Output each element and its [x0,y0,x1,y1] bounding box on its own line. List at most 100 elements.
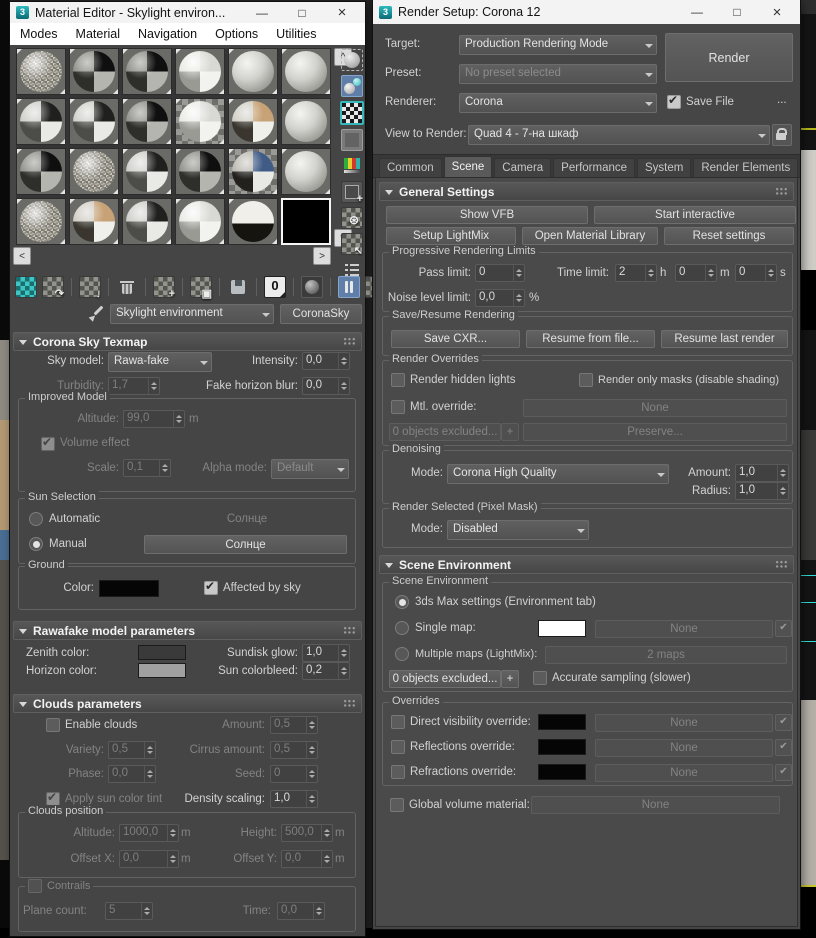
spinner-arrows-icon[interactable] [765,265,776,281]
sun-pick-button[interactable]: Солнце [144,535,347,554]
horizon-color-swatch[interactable] [138,663,186,678]
menu-utilities[interactable]: Utilities [276,27,316,41]
show-vfb-button[interactable]: Show VFB [386,206,588,224]
spinner-arrows-icon[interactable] [777,483,788,499]
save-cxr-button[interactable]: Save CXR... [391,330,520,348]
tab-camera[interactable]: Camera [494,158,552,177]
material-slot[interactable] [122,98,172,145]
material-slot[interactable] [122,148,172,195]
material-slot[interactable] [16,198,66,245]
spinner-arrows-icon[interactable] [338,378,349,394]
menu-modes[interactable]: Modes [20,27,58,41]
single-map-radio[interactable] [395,621,409,635]
sun-manual-radio[interactable] [29,537,43,551]
direct-visibility-override-checkbox[interactable] [391,715,405,729]
make-preview-icon[interactable] [341,181,363,205]
render-setup-titlebar[interactable]: 3 Render Setup: Corona 12 — □ × [373,0,800,24]
tab-system[interactable]: System [637,158,692,177]
material-slot[interactable] [69,148,119,195]
single-map-color-swatch[interactable] [538,620,586,637]
denoise-mode-dropdown[interactable]: Corona High Quality [447,464,669,484]
material-slot-selected[interactable] [281,198,331,245]
material-slot[interactable] [281,148,331,195]
accurate-sampling-checkbox[interactable] [533,671,547,685]
env-add-excluded-button[interactable]: + [501,670,519,688]
reflections-color-swatch[interactable] [538,739,586,755]
spinner-arrows-icon[interactable] [513,265,524,281]
spinner-arrows-icon[interactable] [306,791,317,807]
ground-color-swatch[interactable] [99,580,159,597]
noise-level-limit-spinner[interactable]: 0,0 [475,289,525,307]
setup-lightmix-button[interactable]: Setup LightMix [386,227,516,245]
close-button[interactable]: × [760,4,794,21]
pick-material-eyedropper-icon[interactable] [90,305,104,321]
tab-render-elements[interactable]: Render Elements [693,158,799,177]
target-dropdown[interactable]: Production Rendering Mode [459,35,657,55]
minimize-button[interactable]: — [680,5,714,19]
material-slot[interactable] [228,48,278,95]
reflections-none-button[interactable]: None [595,739,773,757]
resume-last-render-button[interactable]: Resume last render [661,330,788,348]
backlight-icon[interactable] [341,129,363,151]
material-slot[interactable] [175,48,225,95]
material-slot[interactable] [228,198,278,245]
material-slot[interactable] [69,48,119,95]
single-map-enable-button[interactable]: ✔ [775,620,792,637]
sundisk-glow-spinner[interactable]: 1,0 [302,644,350,662]
view-to-render-dropdown[interactable]: Quad 4 - 7-на шкаф [468,125,770,145]
fake-horizon-blur-spinner[interactable]: 0,0 [302,377,350,395]
env-objects-excluded-button[interactable]: 0 objects excluded... [389,670,501,688]
lock-view-button[interactable] [772,124,792,146]
menu-options[interactable]: Options [215,27,258,41]
scroll-right-button[interactable]: > [313,247,331,265]
reflections-override-checkbox[interactable] [391,740,405,754]
material-slot[interactable] [228,148,278,195]
maximize-button[interactable]: □ [285,6,319,20]
density-scaling-spinner[interactable]: 1,0 [270,790,318,808]
material-slot[interactable] [122,198,172,245]
global-volume-material-checkbox[interactable] [390,798,404,812]
renderer-dropdown[interactable]: Corona [459,93,657,113]
save-file-more-button[interactable]: ... [777,94,787,106]
denoise-radius-spinner[interactable]: 1,0 [735,482,789,500]
refractions-color-swatch[interactable] [538,764,586,780]
show-material-in-viewport-icon[interactable] [301,276,323,298]
denoise-amount-spinner[interactable]: 1,0 [735,464,789,482]
direct-visibility-color-swatch[interactable] [538,714,586,730]
sky-model-dropdown[interactable]: Rawa-fake [108,352,212,372]
rollout-general-settings[interactable]: General Settings [379,182,794,201]
put-to-library-icon[interactable] [227,276,249,298]
material-slot[interactable] [69,198,119,245]
tab-scene[interactable]: Scene [443,156,493,177]
material-id-channel-icon[interactable]: 0 [264,276,286,298]
put-material-to-scene-icon[interactable] [42,276,64,300]
material-slot[interactable] [281,48,331,95]
preset-dropdown[interactable]: No preset selected [459,64,657,84]
menu-navigation[interactable]: Navigation [138,27,197,41]
material-name-dropdown[interactable]: Skylight environment [110,304,274,324]
menu-material[interactable]: Material [76,27,120,41]
contrails-checkbox[interactable] [28,879,42,893]
pass-limit-spinner[interactable]: 0 [475,264,525,282]
material-slot[interactable] [175,98,225,145]
minimize-button[interactable]: — [245,6,279,20]
start-interactive-button[interactable]: Start interactive [594,206,796,224]
background-icon[interactable] [340,101,364,125]
maximize-button[interactable]: □ [720,5,754,19]
add-excluded-button[interactable]: + [501,423,519,441]
make-material-copy-icon[interactable] [153,276,175,300]
render-only-masks-checkbox[interactable] [579,373,593,387]
reflections-enable-button[interactable]: ✔ [775,739,792,756]
spinner-arrows-icon[interactable] [513,290,524,306]
material-slot[interactable] [228,98,278,145]
sample-type-icon[interactable] [341,49,363,71]
render-button[interactable]: Render [665,33,793,82]
single-map-none-button[interactable]: None [595,620,773,638]
material-slot[interactable] [175,148,225,195]
spinner-arrows-icon[interactable] [338,663,349,679]
max-settings-radio[interactable] [395,595,409,609]
sample-spheres-icon[interactable] [341,75,363,97]
spinner-arrows-icon[interactable] [645,265,656,281]
refractions-none-button[interactable]: None [595,764,773,782]
material-slot[interactable] [69,98,119,145]
